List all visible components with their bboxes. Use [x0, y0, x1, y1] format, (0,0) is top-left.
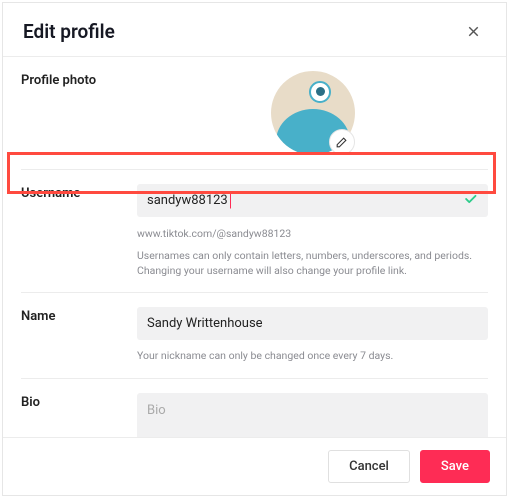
name-content: Your nickname can only be changed once e… — [137, 307, 488, 363]
dialog-footer: Cancel Save — [3, 437, 506, 495]
username-label: Username — [21, 184, 121, 201]
username-content: www.tiktok.com/@sandyw88123 Usernames ca… — [137, 184, 488, 278]
dialog-body: Profile photo Username — [3, 57, 506, 437]
name-row: Name Your nickname can only be changed o… — [21, 293, 488, 378]
profile-photo-row: Profile photo — [21, 57, 488, 170]
profile-url: www.tiktok.com/@sandyw88123 — [137, 227, 488, 240]
username-input[interactable] — [137, 184, 488, 217]
cancel-button[interactable]: Cancel — [328, 450, 410, 483]
edit-avatar-button[interactable] — [329, 129, 355, 155]
username-help: Usernames can only contain letters, numb… — [137, 248, 488, 278]
close-icon — [465, 23, 482, 40]
close-button[interactable] — [461, 19, 486, 44]
username-row: Username www.tiktok.com/@sandyw88123 Use… — [21, 170, 488, 293]
text-cursor — [230, 193, 231, 208]
profile-photo-label: Profile photo — [21, 71, 121, 88]
edit-profile-dialog: Edit profile Profile photo U — [2, 2, 507, 496]
bio-row: Bio 0/80 — [21, 379, 488, 437]
checkmark-icon — [463, 191, 478, 210]
avatar-container — [137, 71, 488, 155]
dialog-header: Edit profile — [3, 3, 506, 56]
dialog-title: Edit profile — [23, 20, 115, 43]
pencil-icon — [335, 136, 348, 149]
username-input-wrap — [137, 184, 488, 217]
name-help: Your nickname can only be changed once e… — [137, 348, 488, 363]
bio-label: Bio — [21, 393, 121, 410]
name-input[interactable] — [137, 307, 488, 340]
name-label: Name — [21, 307, 121, 324]
bio-input[interactable] — [137, 393, 488, 437]
bio-content: 0/80 — [137, 393, 488, 437]
avatar — [271, 71, 355, 155]
save-button[interactable]: Save — [420, 450, 490, 483]
